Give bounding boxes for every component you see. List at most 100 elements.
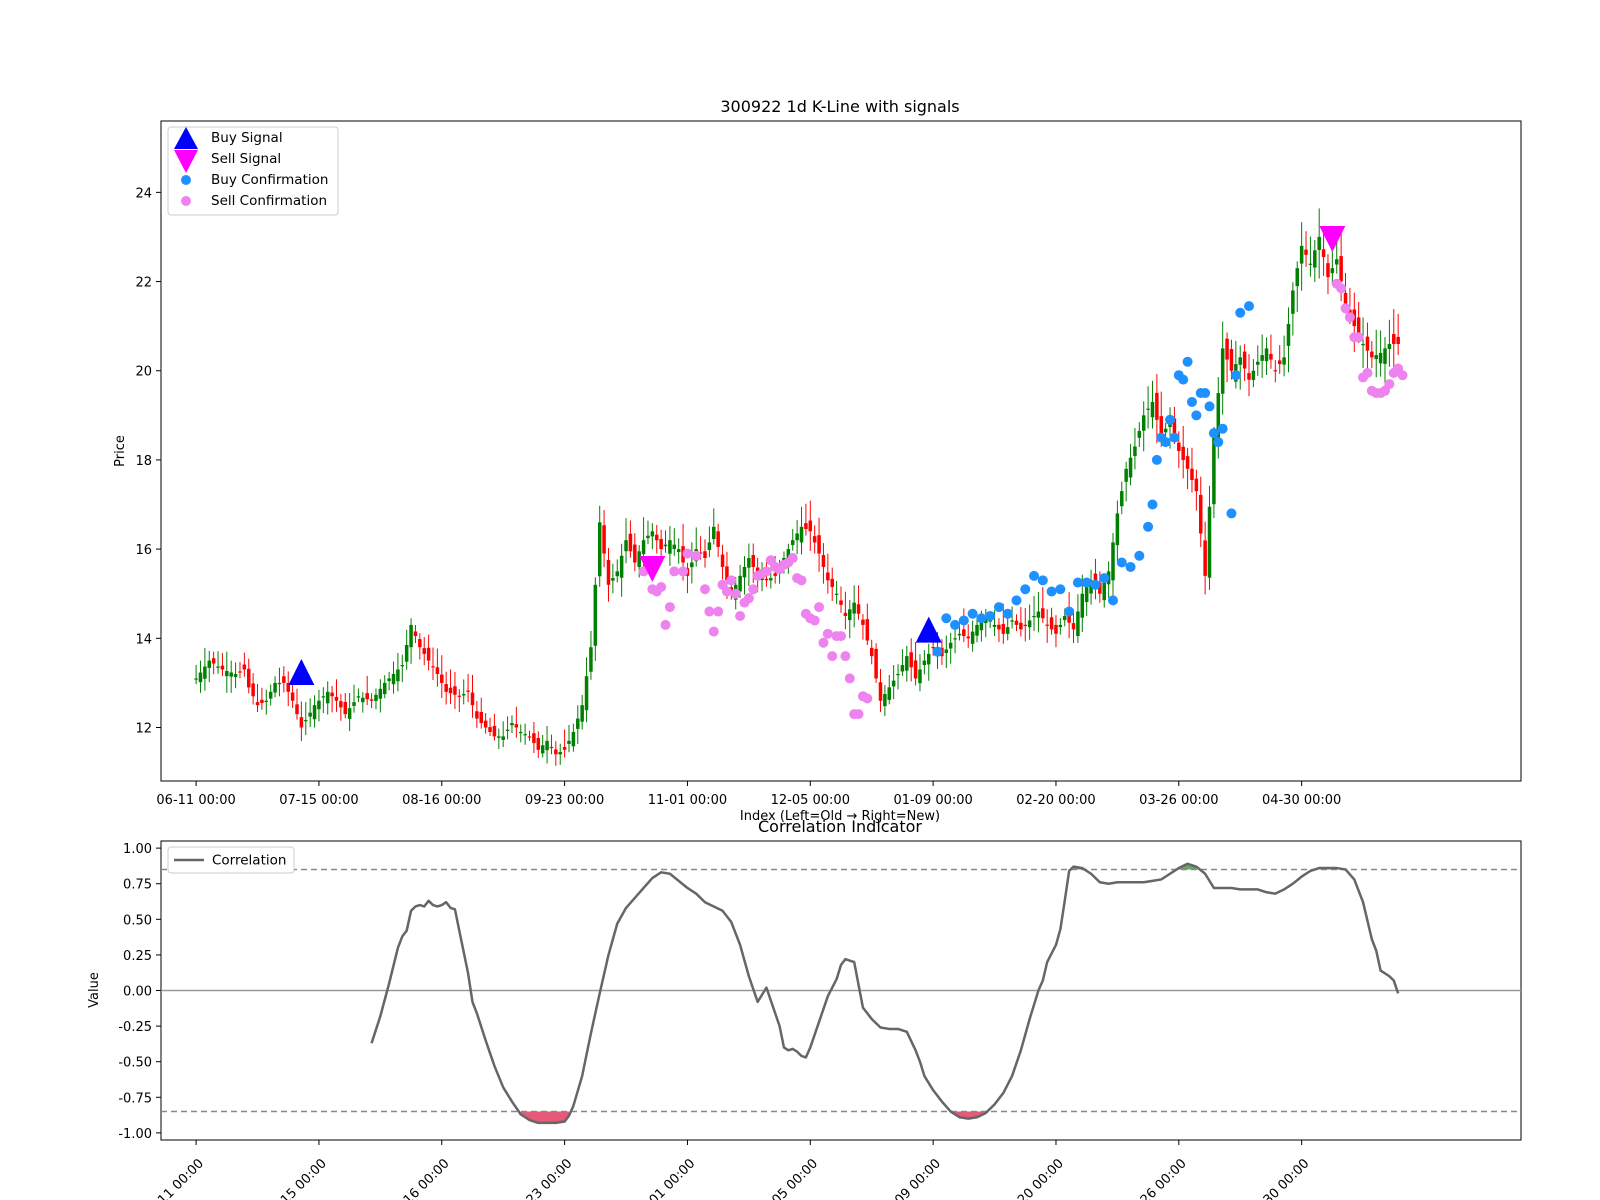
candle-body <box>1330 268 1335 274</box>
candle-body <box>435 667 440 674</box>
buy-confirmation-point <box>1235 307 1246 318</box>
candle-body <box>501 736 505 740</box>
candle-body <box>966 636 970 639</box>
candle-body <box>742 566 747 578</box>
candle-body <box>1080 593 1085 618</box>
sell-confirmation-point <box>1384 379 1395 390</box>
legend-buy-confirm-marker <box>181 175 191 185</box>
candle-body <box>1396 336 1400 344</box>
buy-confirmation-point <box>1230 370 1241 381</box>
candle-body <box>633 544 637 563</box>
candle-body <box>905 656 909 671</box>
candle-body <box>1115 513 1120 546</box>
buy-confirmation-point <box>1029 570 1040 581</box>
candle-body <box>510 723 514 726</box>
buy-confirmation-point <box>1064 606 1075 617</box>
candle-body <box>1076 611 1080 636</box>
candle-body <box>795 533 799 541</box>
sell-confirmation-point <box>682 548 693 559</box>
candle-body <box>260 699 264 703</box>
candle-body <box>518 731 523 734</box>
candle-body <box>1198 494 1203 534</box>
kline-x-tick-label: 06-11 00:00 <box>156 793 235 808</box>
buy-confirmation-point <box>1147 499 1158 510</box>
legend-sell-confirm-marker <box>181 196 191 206</box>
candle-body <box>1264 348 1269 362</box>
kline-y-tick-label: 16 <box>135 543 152 558</box>
candle-body <box>584 676 589 711</box>
candle-body <box>255 702 260 706</box>
candle-body <box>962 629 966 637</box>
candle-body <box>1295 268 1300 287</box>
sell-confirmation-point <box>1397 370 1408 381</box>
kline-y-tick-label: 20 <box>135 365 152 380</box>
candle-body <box>1269 353 1273 360</box>
candle-body <box>321 696 326 698</box>
candle-body <box>413 631 418 637</box>
sell-confirmation-point <box>1344 312 1355 323</box>
sell-confirmation-point <box>748 584 759 595</box>
candle-body <box>352 702 356 706</box>
candle-body <box>878 682 883 701</box>
candle-body <box>808 520 813 532</box>
kline-y-tick-label: 12 <box>135 721 152 736</box>
candle-body <box>1155 392 1159 420</box>
candle-body <box>830 578 834 588</box>
sell-confirmation-point <box>814 602 825 613</box>
buy-confirmation-point <box>1204 401 1215 412</box>
buy-confirmation-point <box>1020 584 1031 595</box>
legend-sell-confirm-label: Sell Confirmation <box>211 193 327 209</box>
candle-body <box>619 555 624 578</box>
candle-body <box>957 633 962 636</box>
candle-body <box>1339 256 1343 282</box>
candle-body <box>396 669 400 682</box>
candle-body <box>282 676 286 683</box>
candle-body <box>1212 437 1216 505</box>
kline-plot-frame <box>160 120 1522 782</box>
candle-body <box>913 660 918 679</box>
candle-body <box>198 672 203 683</box>
candle-body <box>975 624 979 636</box>
candle-body <box>1299 245 1304 264</box>
candle-body <box>466 690 470 692</box>
candle-body <box>773 573 777 576</box>
sell-confirmation-point <box>678 566 689 577</box>
candle-body <box>1120 491 1124 507</box>
candle-body <box>848 609 852 621</box>
candle-body <box>1361 343 1365 346</box>
candle-body <box>343 701 348 715</box>
candle-body <box>997 624 1001 630</box>
buy-confirmation-point <box>950 619 961 630</box>
buy-confirmation-point <box>1200 388 1211 399</box>
candle-body <box>799 526 804 543</box>
kline-y-tick-label: 14 <box>135 632 152 647</box>
candle-body <box>606 559 611 585</box>
kline-y-tick-label: 18 <box>135 454 152 469</box>
sell-confirmation-point <box>862 693 873 704</box>
candle-body <box>1273 370 1278 372</box>
candle-body <box>1334 259 1339 265</box>
candle-body <box>1282 357 1286 365</box>
sell-confirmation-point <box>664 602 675 613</box>
kline-x-tick-label: 08-16 00:00 <box>402 793 481 808</box>
candle-body <box>1036 611 1041 618</box>
kline-x-tick-label: 07-15 00:00 <box>279 793 358 808</box>
candle-body <box>225 671 229 677</box>
candle-body <box>488 727 492 732</box>
sell-confirmation-point <box>708 626 719 637</box>
candle-body <box>304 720 308 722</box>
correlation-y-tick-label: 0.75 <box>123 878 152 893</box>
candle-body <box>242 664 247 670</box>
candle-body <box>339 701 343 708</box>
candle-body <box>650 531 655 537</box>
sell-confirmation-point <box>787 553 798 564</box>
candle-body <box>896 673 900 676</box>
candle-body <box>571 731 576 747</box>
buy-confirmation-point <box>1208 428 1219 439</box>
candle-body <box>790 540 795 546</box>
buy-confirmation-point <box>985 611 996 621</box>
candle-body <box>273 682 277 693</box>
figure: 300922 1d K-Line with signals 12 14 16 18 20… <box>0 0 1600 1200</box>
candle-body <box>883 694 887 707</box>
buy-confirmation-point <box>993 602 1004 613</box>
